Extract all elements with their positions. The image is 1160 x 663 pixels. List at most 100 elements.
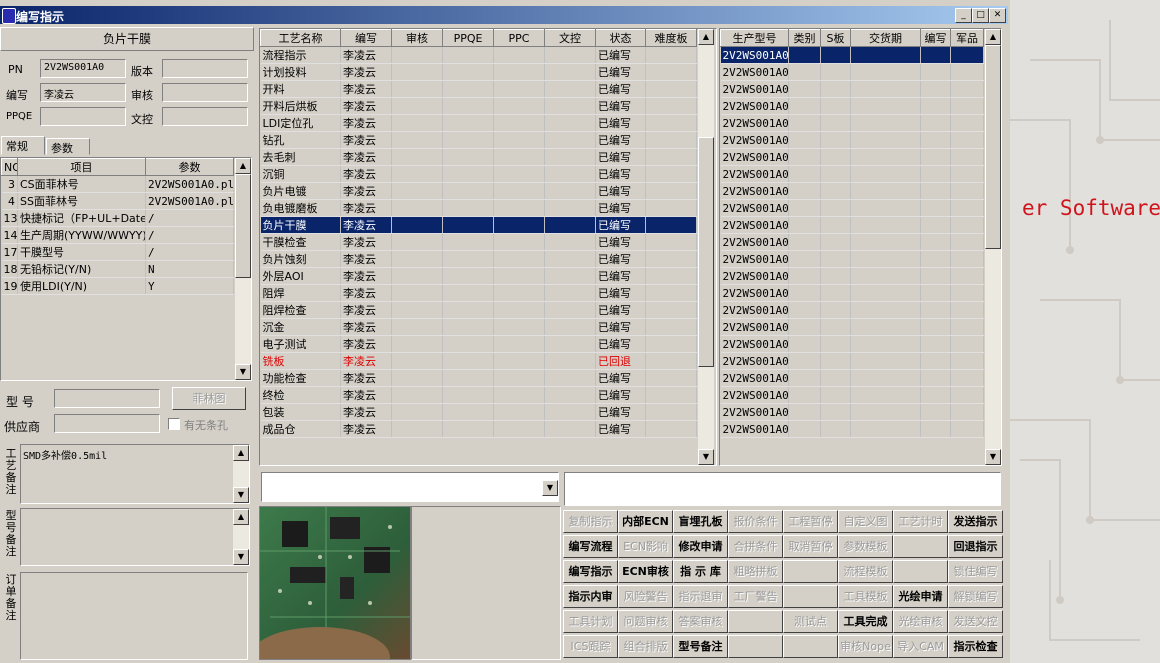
film-image-button[interactable]: 菲林图 xyxy=(172,387,246,410)
table-row[interactable]: 2V2WS001A0 xyxy=(720,318,984,336)
action-button-0-5[interactable]: 自定义图 xyxy=(838,510,893,533)
table-row[interactable]: 电子测试 李凌云 已编写 xyxy=(260,335,697,353)
tab-general[interactable]: 常规 xyxy=(1,136,45,155)
table-row[interactable]: 2V2WS001A0 xyxy=(720,199,984,217)
table-row[interactable]: 18 无铅标记(Y/N) N xyxy=(1,260,234,278)
table-row[interactable]: 2V2WS001A0 xyxy=(720,97,984,115)
action-button-3-0[interactable]: 指示内审 xyxy=(563,585,618,608)
chevron-down-icon[interactable]: ▼ xyxy=(542,480,558,496)
table-row[interactable]: 负片蚀刻 李凌云 已编写 xyxy=(260,250,697,268)
wenkong-field[interactable] xyxy=(162,107,248,126)
pn-field[interactable]: 2V2WS001A0 xyxy=(40,59,126,78)
scroll-up-icon[interactable]: ▲ xyxy=(233,509,249,525)
table-row[interactable]: 2V2WS001A0 xyxy=(720,386,984,404)
process-scrollbar[interactable]: ▲ ▼ xyxy=(698,29,714,465)
table-row[interactable]: 4 SS面菲林号 2V2WS001A0.plr xyxy=(1,192,234,210)
table-row[interactable]: 外层AOI 李凌云 已编写 xyxy=(260,267,697,285)
action-button-4-6[interactable]: 光绘审核 xyxy=(893,610,948,633)
process-header-cell[interactable]: 文控 xyxy=(544,29,596,47)
table-row[interactable]: 负片电镀 李凌云 已编写 xyxy=(260,182,697,200)
action-button-5-3[interactable] xyxy=(728,635,783,658)
table-row[interactable]: 3 CS面菲林号 2V2WS001A0.plr xyxy=(1,175,234,193)
model-header-cell[interactable]: 生产型号 xyxy=(720,29,789,47)
action-button-3-3[interactable]: 工厂警告 xyxy=(728,585,783,608)
table-row[interactable]: 成品仓 李凌云 已编写 xyxy=(260,420,697,438)
action-button-3-1[interactable]: 风险警告 xyxy=(618,585,673,608)
process-header-cell[interactable]: 工艺名称 xyxy=(260,29,341,47)
action-button-2-3[interactable]: 粗略拼板 xyxy=(728,560,783,583)
table-row[interactable]: 2V2WS001A0 xyxy=(720,369,984,387)
table-row[interactable]: 沉金 李凌云 已编写 xyxy=(260,318,697,336)
scroll-down-icon[interactable]: ▼ xyxy=(985,449,1001,465)
table-row[interactable]: 2V2WS001A0 xyxy=(720,284,984,302)
scroll-up-icon[interactable]: ▲ xyxy=(235,158,251,174)
model-header-cell[interactable]: 编写 xyxy=(920,29,951,47)
action-button-1-7[interactable]: 回退指示 xyxy=(948,535,1003,558)
table-row[interactable]: 2V2WS001A0 xyxy=(720,233,984,251)
action-button-2-7[interactable]: 锁住编写 xyxy=(948,560,1003,583)
action-button-0-3[interactable]: 报价条件 xyxy=(728,510,783,533)
process-header-cell[interactable]: PPQE xyxy=(442,29,494,47)
scroll-thumb[interactable] xyxy=(985,45,1001,249)
maximize-button[interactable]: □ xyxy=(972,8,989,23)
param-header-value[interactable]: 参数 xyxy=(145,158,234,176)
table-row[interactable]: 2V2WS001A0 xyxy=(720,420,984,438)
table-row[interactable]: 17 干膜型号 / xyxy=(1,243,234,261)
operation-combobox[interactable]: ▼ xyxy=(261,472,559,502)
action-button-2-6[interactable] xyxy=(893,560,948,583)
table-row[interactable]: 2V2WS001A0 xyxy=(720,80,984,98)
process-note-box[interactable]: SMD多补偿0.5mil ▲ ▼ xyxy=(20,444,250,504)
action-button-1-2[interactable]: 修改申请 xyxy=(673,535,728,558)
action-button-5-6[interactable]: 导入CAM xyxy=(893,635,948,658)
writer-field[interactable]: 李凌云 xyxy=(40,83,126,102)
action-button-3-4[interactable] xyxy=(783,585,838,608)
no-hole-checkbox[interactable] xyxy=(168,418,180,430)
table-row[interactable]: 2V2WS001A0 xyxy=(720,165,984,183)
minimize-button[interactable]: _ xyxy=(955,8,972,23)
table-row[interactable]: 2V2WS001A0 xyxy=(720,114,984,132)
action-button-4-7[interactable]: 发送文控 xyxy=(948,610,1003,633)
model-header-cell[interactable]: 军品 xyxy=(950,29,984,47)
table-row[interactable]: 14 生产周期(YYWW/WWYY) / xyxy=(1,226,234,244)
action-button-0-7[interactable]: 发送指示 xyxy=(948,510,1003,533)
action-button-5-4[interactable] xyxy=(783,635,838,658)
action-button-1-0[interactable]: 编写流程 xyxy=(563,535,618,558)
param-header-item[interactable]: 项目 xyxy=(17,158,146,176)
table-row[interactable]: 干膜检查 李凌云 已编写 xyxy=(260,233,697,251)
model-header-cell[interactable]: S板 xyxy=(820,29,851,47)
table-row[interactable]: 阻焊 李凌云 已编写 xyxy=(260,284,697,302)
model-field[interactable] xyxy=(54,389,160,408)
action-button-1-3[interactable]: 合拼条件 xyxy=(728,535,783,558)
table-row[interactable]: 流程指示 李凌云 已编写 xyxy=(260,46,697,64)
model-header-cell[interactable]: 交货期 xyxy=(850,29,921,47)
action-button-1-1[interactable]: ECN影响 xyxy=(618,535,673,558)
table-row[interactable]: 负电镀磨板 李凌云 已编写 xyxy=(260,199,697,217)
action-button-0-0[interactable]: 复制指示 xyxy=(563,510,618,533)
param-scrollbar[interactable]: ▲ ▼ xyxy=(235,158,251,380)
scroll-down-icon[interactable]: ▼ xyxy=(233,549,249,565)
process-header-cell[interactable]: 状态 xyxy=(595,29,646,47)
action-button-4-2[interactable]: 答案审核 xyxy=(673,610,728,633)
table-row[interactable]: 包装 李凌云 已编写 xyxy=(260,403,697,421)
process-header-cell[interactable]: 编写 xyxy=(340,29,392,47)
table-row[interactable]: 沉铜 李凌云 已编写 xyxy=(260,165,697,183)
process-header-cell[interactable]: 审核 xyxy=(391,29,443,47)
version-field[interactable] xyxy=(162,59,248,78)
supplier-field[interactable] xyxy=(54,414,160,433)
table-row[interactable]: 13 快捷标记（FP+UL+DateC / xyxy=(1,209,234,227)
model-header-cell[interactable]: 类别 xyxy=(788,29,821,47)
title-bar[interactable]: 编写指示 _ □ ✕ xyxy=(0,6,1008,24)
action-button-4-0[interactable]: 工具计划 xyxy=(563,610,618,633)
table-row[interactable]: 2V2WS001A0 xyxy=(720,335,984,353)
scroll-down-icon[interactable]: ▼ xyxy=(233,487,249,503)
action-button-0-1[interactable]: 内部ECN xyxy=(618,510,673,533)
action-button-2-5[interactable]: 流程模板 xyxy=(838,560,893,583)
order-note-box[interactable] xyxy=(20,572,248,660)
action-button-5-1[interactable]: 组合排版 xyxy=(618,635,673,658)
scroll-down-icon[interactable]: ▼ xyxy=(698,449,714,465)
action-button-5-2[interactable]: 型号备注 xyxy=(673,635,728,658)
table-row[interactable]: 计划投料 李凌云 已编写 xyxy=(260,63,697,81)
action-button-1-5[interactable]: 参数模板 xyxy=(838,535,893,558)
action-button-3-7[interactable]: 解锁编写 xyxy=(948,585,1003,608)
table-row[interactable]: 阻焊检查 李凌云 已编写 xyxy=(260,301,697,319)
